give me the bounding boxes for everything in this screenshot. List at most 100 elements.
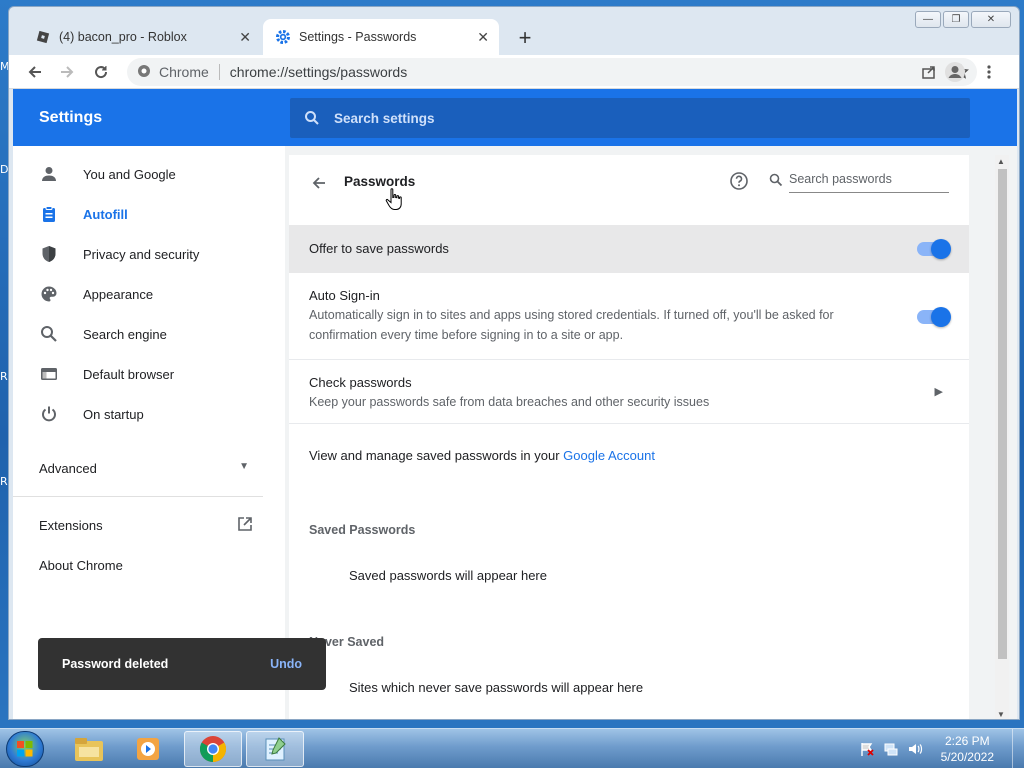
sidebar-divider bbox=[13, 496, 263, 497]
search-icon bbox=[305, 111, 319, 125]
offer-to-save-row[interactable]: Offer to save passwords bbox=[289, 225, 969, 273]
taskbar-notepad[interactable] bbox=[246, 731, 304, 767]
sidebar-item-appearance[interactable]: Appearance bbox=[39, 282, 153, 306]
taskbar-clock[interactable]: 2:26 PM 5/20/2022 bbox=[941, 733, 994, 765]
sidebar-item-privacy-and-security[interactable]: Privacy and security bbox=[39, 242, 199, 266]
back-to-autofill-button[interactable] bbox=[307, 171, 331, 195]
sidebar-item-label: On startup bbox=[83, 406, 144, 422]
sidebar-item-default-browser[interactable]: Default browser bbox=[39, 362, 174, 386]
system-tray: 2:26 PM 5/20/2022 bbox=[859, 729, 1024, 768]
back-arrow-icon bbox=[28, 66, 41, 78]
desktop-icon-label: R bbox=[0, 475, 8, 488]
check-passwords-row[interactable]: Check passwords Keep your passwords safe… bbox=[289, 359, 969, 423]
sidebar-item-label: Autofill bbox=[83, 206, 128, 222]
saved-passwords-heading: Saved Passwords bbox=[309, 523, 416, 537]
omnibox-separator bbox=[218, 64, 220, 80]
forward-arrow-icon bbox=[61, 66, 74, 78]
media-player-icon bbox=[137, 738, 159, 760]
sidebar-item-about-chrome[interactable]: About Chrome bbox=[39, 558, 123, 573]
show-desktop-button[interactable] bbox=[1012, 729, 1024, 768]
auto-signin-label: Auto Sign-in bbox=[309, 288, 380, 303]
scroll-up-arrow-icon[interactable]: ▲ bbox=[997, 157, 1005, 166]
never-saved-empty: Sites which never save passwords will ap… bbox=[349, 680, 644, 695]
reload-button[interactable] bbox=[89, 60, 113, 84]
share-icon[interactable] bbox=[919, 62, 939, 82]
back-arrow-icon bbox=[312, 177, 325, 189]
offer-to-save-toggle[interactable] bbox=[917, 239, 951, 259]
volume-icon[interactable] bbox=[907, 741, 923, 757]
search-icon bbox=[39, 324, 59, 344]
scrollbar-thumb[interactable] bbox=[998, 169, 1007, 659]
password-search-placeholder: Search passwords bbox=[789, 172, 892, 186]
offer-to-save-label: Offer to save passwords bbox=[309, 241, 449, 256]
chrome-icon bbox=[137, 64, 151, 81]
sidebar-item-search-engine[interactable]: Search engine bbox=[39, 322, 167, 346]
settings-sidebar: You and Google Autofill Privacy and secu… bbox=[13, 146, 285, 719]
start-button[interactable] bbox=[6, 731, 44, 767]
sidebar-advanced-toggle[interactable]: Advanced ▼ bbox=[39, 461, 249, 476]
network-icon[interactable] bbox=[883, 741, 899, 757]
explorer-icon bbox=[75, 738, 103, 761]
clock-time: 2:26 PM bbox=[944, 734, 990, 748]
password-deleted-toast: Password deleted Undo bbox=[38, 638, 326, 690]
scroll-down-arrow-icon[interactable]: ▼ bbox=[997, 710, 1005, 719]
back-button[interactable] bbox=[23, 60, 47, 84]
check-passwords-description: Keep your passwords safe from data breac… bbox=[309, 395, 710, 409]
action-center-flag-icon[interactable] bbox=[859, 741, 875, 757]
chrome-icon bbox=[199, 736, 227, 763]
profile-avatar-icon bbox=[945, 62, 965, 82]
manage-passwords-text: View and manage saved passwords in your … bbox=[309, 448, 655, 463]
toast-message: Password deleted bbox=[62, 657, 169, 671]
close-tab-icon[interactable]: ✕ bbox=[477, 29, 489, 46]
auto-signin-description: Automatically sign in to sites and apps … bbox=[309, 308, 834, 342]
address-bar[interactable]: Chrome chrome://settings/passwords bbox=[127, 58, 977, 86]
advanced-label: Advanced bbox=[39, 461, 97, 476]
browser-window: — ❐ ✕ (4) bacon_pro - Roblox ✕ Settings … bbox=[8, 6, 1020, 720]
browser-menu-button[interactable] bbox=[977, 60, 1001, 84]
sidebar-item-extensions[interactable]: Extensions bbox=[39, 516, 253, 535]
open-in-new-icon bbox=[237, 516, 253, 535]
google-account-link[interactable]: Google Account bbox=[563, 448, 655, 463]
clipboard-icon bbox=[39, 204, 59, 224]
help-icon[interactable] bbox=[729, 171, 749, 191]
tab-settings[interactable]: Settings - Passwords ✕ bbox=[263, 19, 499, 55]
sidebar-item-you-and-google[interactable]: You and Google bbox=[39, 162, 176, 186]
roblox-icon bbox=[35, 29, 51, 45]
password-search-input[interactable]: Search passwords bbox=[769, 167, 949, 193]
sidebar-item-label: Appearance bbox=[83, 286, 154, 302]
reload-icon bbox=[95, 66, 108, 79]
omnibox-url[interactable]: chrome://settings/passwords bbox=[230, 64, 407, 80]
settings-search-input[interactable]: Search settings bbox=[290, 98, 970, 138]
extensions-label: Extensions bbox=[39, 518, 103, 533]
windows-taskbar: 2:26 PM 5/20/2022 bbox=[0, 728, 1024, 768]
power-icon bbox=[39, 404, 59, 424]
tab-roblox[interactable]: (4) bacon_pro - Roblox ✕ bbox=[23, 19, 261, 55]
notepad-icon bbox=[265, 737, 286, 761]
taskbar-explorer[interactable] bbox=[60, 731, 118, 767]
taskbar-media-player[interactable] bbox=[120, 731, 178, 767]
more-vert-icon bbox=[987, 65, 991, 79]
browser-window-icon bbox=[39, 364, 59, 384]
manage-passwords-row: View and manage saved passwords in your … bbox=[289, 423, 969, 493]
settings-header: Settings Search settings bbox=[13, 89, 1017, 146]
sidebar-item-autofill[interactable]: Autofill bbox=[39, 202, 128, 226]
close-tab-icon[interactable]: ✕ bbox=[239, 29, 251, 46]
passwords-card: Passwords Search passwords Offer to save… bbox=[289, 155, 969, 719]
tab-title: (4) bacon_pro - Roblox bbox=[59, 30, 187, 44]
settings-title: Settings bbox=[39, 109, 103, 126]
new-tab-button[interactable]: + bbox=[513, 25, 537, 51]
sidebar-item-on-startup[interactable]: On startup bbox=[39, 402, 144, 426]
taskbar-chrome[interactable] bbox=[184, 731, 242, 767]
undo-button[interactable]: Undo bbox=[270, 657, 302, 671]
browser-toolbar: Chrome chrome://settings/passwords bbox=[9, 55, 1019, 89]
page-scrollbar[interactable]: ▲ ▼ bbox=[995, 155, 1009, 719]
forward-button[interactable] bbox=[55, 60, 79, 84]
sidebar-item-label: Search engine bbox=[83, 326, 167, 342]
hand-cursor-icon bbox=[385, 187, 403, 211]
tab-title: Settings - Passwords bbox=[299, 30, 417, 44]
check-passwords-label: Check passwords bbox=[309, 375, 412, 390]
tray-icons bbox=[859, 741, 923, 757]
auto-signin-toggle[interactable] bbox=[917, 307, 951, 327]
gear-icon bbox=[275, 29, 291, 45]
profile-button[interactable] bbox=[943, 60, 967, 84]
